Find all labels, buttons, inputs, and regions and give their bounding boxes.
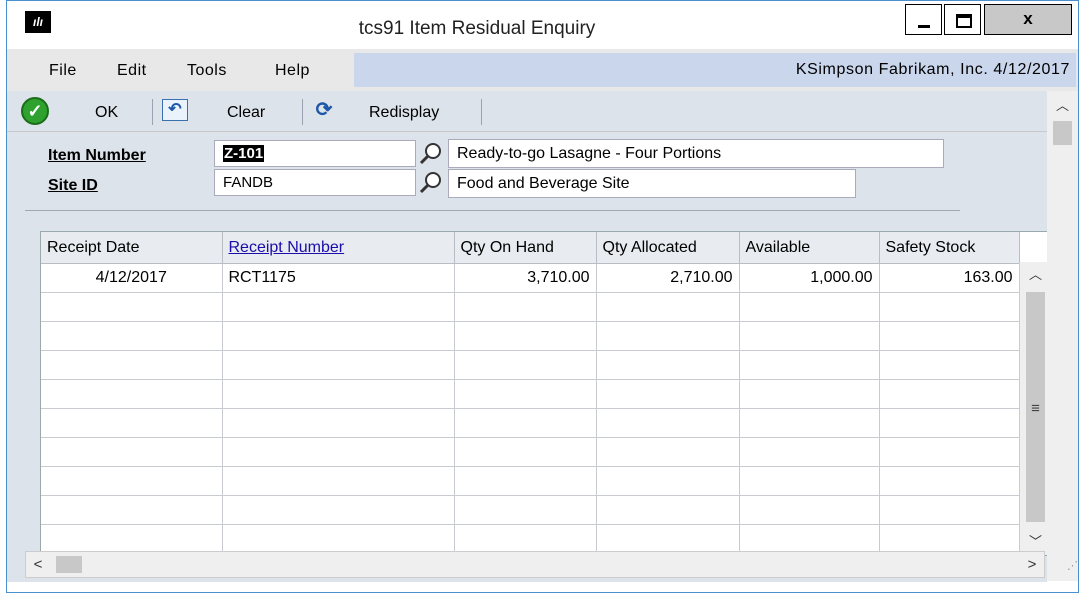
column-header-receipt-number[interactable]: Receipt Number — [222, 232, 455, 264]
scrollbar-thumb[interactable] — [56, 556, 82, 573]
cell-receipt-number[interactable]: RCT1175 — [222, 263, 455, 293]
window-vertical-scrollbar[interactable]: ︿ — [1047, 91, 1078, 581]
table-row[interactable] — [41, 466, 1020, 496]
resize-grip-icon[interactable]: ⋰ — [1047, 559, 1078, 581]
column-header-receipt-date[interactable]: Receipt Date — [41, 232, 223, 264]
menu-bar: File Edit Tools Help KSimpson Fabrikam, … — [7, 49, 1078, 91]
redisplay-button[interactable]: Redisplay — [369, 104, 439, 122]
column-header-safety-stock[interactable]: Safety Stock — [879, 232, 1020, 264]
site-id-field[interactable]: FANDB — [214, 169, 416, 196]
scrollbar-thumb[interactable] — [1053, 121, 1072, 145]
column-header-available[interactable]: Available — [739, 232, 880, 264]
item-number-label[interactable]: Item Number — [48, 147, 146, 165]
grid-header-row: Receipt Date Receipt Number Qty On Hand … — [41, 232, 1020, 264]
menu-file[interactable]: File — [49, 62, 77, 80]
item-number-value: Z-101 — [223, 145, 265, 162]
item-number-field[interactable]: Z-101 — [214, 140, 416, 167]
item-description-field: Ready-to-go Lasagne - Four Portions — [448, 139, 944, 168]
clear-undo-icon[interactable]: ↶ — [162, 99, 188, 121]
cell-available[interactable]: 1,000.00 — [739, 263, 880, 293]
column-header-qty-allocated[interactable]: Qty Allocated — [596, 232, 740, 264]
lookup-magnifier-icon[interactable] — [418, 141, 444, 165]
cell-qty-allocated[interactable]: 2,710.00 — [596, 263, 740, 293]
close-glyph: x — [1023, 9, 1033, 28]
horizontal-scrollbar[interactable]: < > — [25, 551, 1045, 578]
table-row[interactable] — [41, 379, 1020, 409]
table-row[interactable] — [41, 321, 1020, 351]
column-header-qty-on-hand[interactable]: Qty On Hand — [454, 232, 597, 264]
title-bar: ılı tcs91 Item Residual Enquiry x — [7, 1, 1078, 49]
scroll-up-arrow-icon[interactable]: ︿ — [1047, 93, 1078, 119]
cell-receipt-date[interactable]: 4/12/2017 — [41, 263, 223, 293]
toolbar-separator — [152, 99, 153, 125]
clear-button[interactable]: Clear — [227, 104, 265, 122]
redisplay-refresh-icon[interactable]: ⟳ — [314, 100, 334, 120]
window-title: tcs91 Item Residual Enquiry — [358, 18, 596, 39]
cell-qty-on-hand[interactable]: 3,710.00 — [454, 263, 597, 293]
toolbar-separator — [302, 99, 303, 125]
scroll-left-arrow-icon[interactable]: < — [28, 552, 48, 577]
table-row[interactable] — [41, 408, 1020, 438]
lookup-magnifier-icon[interactable] — [418, 170, 444, 194]
ok-button[interactable]: OK — [95, 104, 118, 122]
table-row[interactable]: 4/12/2017 RCT1175 3,710.00 2,710.00 1,00… — [41, 263, 1020, 293]
close-icon[interactable]: x — [984, 4, 1072, 35]
site-description-field: Food and Beverage Site — [448, 169, 856, 198]
toolbar-separator — [481, 99, 482, 125]
table-row[interactable] — [41, 350, 1020, 380]
ok-check-icon[interactable]: ✓ — [21, 97, 49, 125]
table-row[interactable] — [41, 437, 1020, 467]
cell-safety-stock[interactable]: 163.00 — [879, 263, 1020, 293]
divider — [25, 210, 960, 211]
toolbar: ✓ OK ↶ Clear ⟳ Redisplay — [7, 91, 1047, 132]
menu-help[interactable]: Help — [275, 62, 310, 80]
user-company-date-info: KSimpson Fabrikam, Inc. 4/12/2017 — [354, 53, 1076, 87]
item-residual-enquiry-window: ılı tcs91 Item Residual Enquiry x File E… — [6, 0, 1079, 593]
form-area: Item Number Z-101 Ready-to-go Lasagne - … — [7, 132, 1051, 582]
site-id-value: FANDB — [223, 174, 274, 191]
receipts-grid: Receipt Date Receipt Number Qty On Hand … — [40, 231, 1051, 556]
menu-edit[interactable]: Edit — [117, 62, 147, 80]
table-row[interactable] — [41, 495, 1020, 525]
minimize-icon[interactable] — [905, 4, 942, 35]
table-row[interactable] — [41, 524, 1020, 554]
menu-tools[interactable]: Tools — [187, 62, 227, 80]
site-id-label[interactable]: Site ID — [48, 177, 98, 195]
maximize-icon[interactable] — [944, 4, 981, 35]
scroll-right-arrow-icon[interactable]: > — [1022, 552, 1042, 577]
table-row[interactable] — [41, 292, 1020, 322]
